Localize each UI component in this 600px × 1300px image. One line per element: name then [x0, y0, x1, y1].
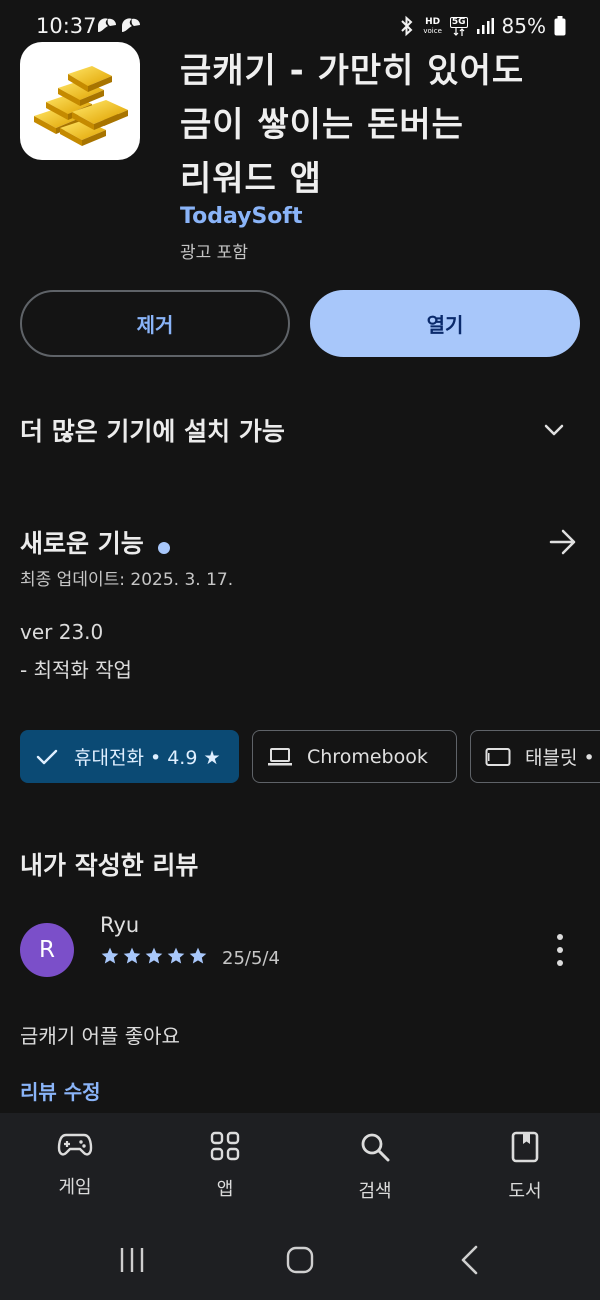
chip-tablet-label: 태블릿 • 4: [525, 747, 600, 769]
status-notification-icons: [96, 16, 142, 36]
chevron-down-icon[interactable]: [542, 418, 566, 442]
status-right-group: HD voice 5G 85%: [399, 14, 566, 38]
device-filter-chips: 휴대전화 • 4.9 ★ Chromebook 태블릿 • 4: [20, 730, 600, 784]
nav-games-label: 게임: [58, 1177, 92, 1198]
network-icon: 5G: [449, 16, 468, 36]
whats-new-row[interactable]: 새로운 기능: [20, 524, 580, 560]
star-icon: [189, 947, 207, 964]
reviewer-name: Ryu: [100, 913, 140, 937]
voice-tag: voice: [423, 26, 442, 35]
nav-apps[interactable]: 앱: [175, 1131, 275, 1201]
star-icon: [101, 947, 119, 964]
battery-icon: [554, 16, 566, 36]
hd-voice-icon: HD voice: [423, 16, 442, 35]
more-devices-row[interactable]: 더 많은 기기에 설치 가능: [20, 408, 580, 452]
open-button[interactable]: 열기: [310, 290, 580, 357]
contains-ads-label: 광고 포함: [180, 243, 248, 263]
chip-chromebook[interactable]: Chromebook: [252, 730, 457, 783]
nav-games[interactable]: 게임: [25, 1131, 125, 1199]
bluetooth-icon: [401, 15, 413, 37]
signal-icon: [476, 18, 494, 34]
more-vertical-icon[interactable]: [548, 934, 572, 966]
book-icon: [511, 1131, 539, 1163]
bottom-navigation: 게임 앱 검색 도서: [0, 1113, 600, 1228]
network-tag: 5G: [449, 16, 468, 28]
hd-tag: HD: [425, 16, 441, 27]
whats-new-heading: 새로운 기능: [20, 529, 144, 558]
notification-icon: [98, 18, 116, 32]
chip-chromebook-label: Chromebook: [307, 745, 428, 768]
battery-percent: 85%: [501, 14, 546, 38]
nav-search-label: 검색: [358, 1181, 392, 1202]
uninstall-button[interactable]: 제거: [20, 290, 290, 357]
edit-review-link[interactable]: 리뷰 수정: [20, 1076, 101, 1105]
home-icon[interactable]: [286, 1246, 314, 1274]
star-icon: [145, 947, 163, 964]
chip-tablet[interactable]: 태블릿 • 4: [470, 730, 600, 783]
nav-search[interactable]: 검색: [325, 1131, 425, 1203]
laptop-icon: [268, 747, 292, 765]
app-title-line-1: 금캐기 - 가만히 있어도: [180, 51, 525, 91]
whats-new-title-wrap: 새로운 기능: [20, 524, 170, 560]
avatar: R: [20, 923, 74, 977]
search-icon: [361, 1133, 390, 1162]
chip-phone[interactable]: 휴대전화 • 4.9 ★: [20, 730, 239, 783]
app-title-line-3: 리워드 앱: [180, 159, 322, 199]
star-icon: [167, 947, 185, 964]
nav-books-label: 도서: [508, 1181, 542, 1202]
apps-grid-icon: [210, 1131, 240, 1161]
system-navigation-bar: [0, 1228, 600, 1300]
status-time: 10:37: [36, 14, 97, 38]
more-devices-heading: 더 많은 기기에 설치 가능: [20, 417, 285, 446]
app-title-line-2: 금이 쌓이는 돈버는: [180, 105, 464, 145]
developer-link[interactable]: TodaySoft: [180, 204, 303, 229]
changelog-text: - 최적화 작업: [20, 658, 132, 682]
recent-apps-icon[interactable]: [118, 1246, 146, 1274]
version-text: ver 23.0: [20, 620, 104, 644]
tablet-icon: [485, 747, 511, 766]
review-date: 25/5/4: [222, 948, 280, 969]
review-text: 금캐기 어플 좋아요: [20, 1024, 180, 1048]
notification-icon-2: [122, 18, 140, 32]
my-review-heading: 내가 작성한 리뷰: [20, 851, 199, 880]
last-updated: 최종 업데이트: 2025. 3. 17.: [20, 570, 234, 590]
check-icon: [36, 749, 58, 764]
chip-phone-label: 휴대전화 • 4.9 ★: [74, 747, 221, 769]
star-rating: [100, 946, 208, 966]
gamepad-icon: [57, 1133, 93, 1156]
arrow-right-icon[interactable]: [548, 528, 578, 556]
back-icon[interactable]: [458, 1244, 482, 1276]
app-icon: [20, 42, 140, 160]
gold-bars-icon: [34, 66, 128, 146]
nav-books[interactable]: 도서: [475, 1131, 575, 1203]
app-title: 금캐기 - 가만히 있어도 금이 쌓이는 돈버는 리워드 앱: [180, 44, 570, 206]
nav-apps-label: 앱: [216, 1179, 234, 1200]
new-indicator-dot: [157, 541, 170, 554]
star-icon: [123, 947, 141, 964]
